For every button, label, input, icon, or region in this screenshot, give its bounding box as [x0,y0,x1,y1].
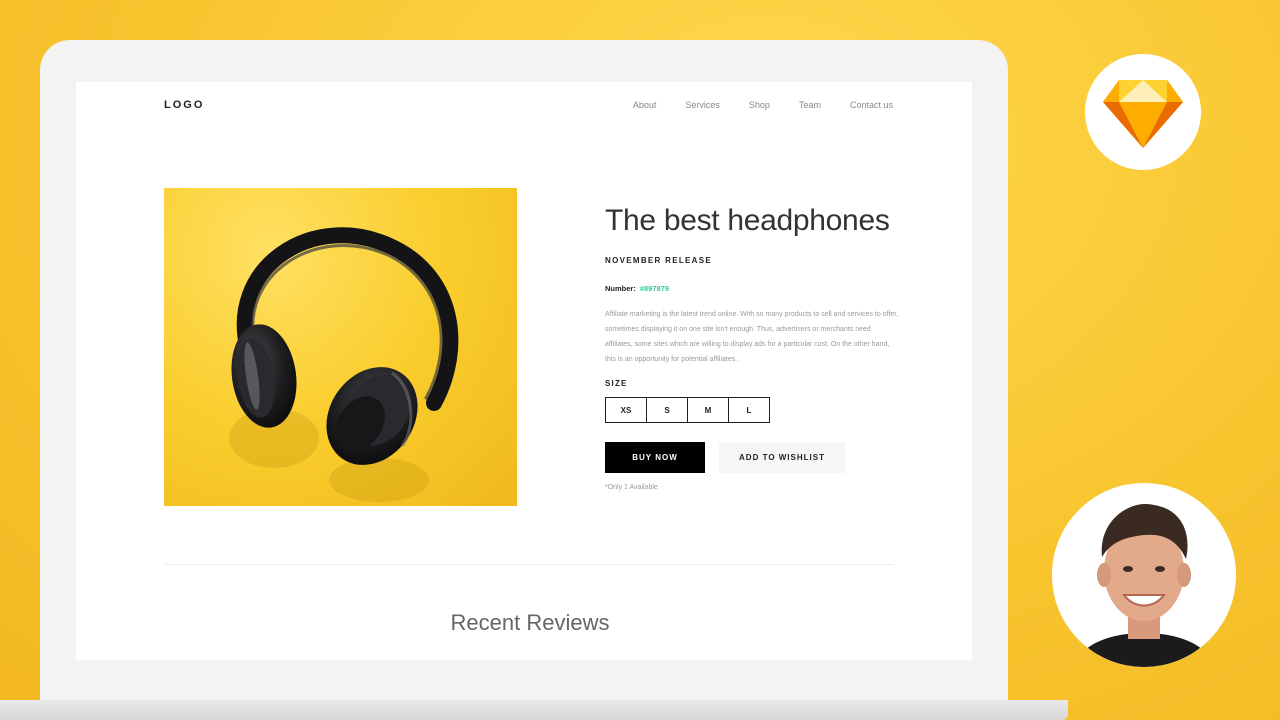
size-option-m[interactable]: M [687,397,729,423]
presenter-portrait [1052,483,1236,667]
headphones-illustration [229,227,459,502]
size-option-s[interactable]: S [646,397,688,423]
product-number: Number: #897879 [605,284,669,293]
site-logo[interactable]: LOGO [164,99,204,111]
sketch-logo-badge [1085,54,1201,170]
presenter-avatar [1052,483,1236,667]
headphones-image [164,188,517,506]
availability-note: *Only 1 Available [605,484,658,491]
add-to-wishlist-button[interactable]: ADD TO WISHLIST [719,442,845,473]
size-selector: XS S M L [605,397,770,423]
nav-link-shop[interactable]: Shop [749,100,770,110]
product-description: Affiliate marketing is the latest trend … [605,311,899,363]
sketch-logo-icon [1103,80,1183,148]
nav-link-about[interactable]: About [633,100,657,110]
reviews-heading: Recent Reviews [450,610,610,635]
size-option-xs[interactable]: XS [605,397,647,423]
top-nav: About Services Shop Team Contact us [604,100,893,110]
buy-now-button[interactable]: BUY NOW [605,442,705,473]
nav-link-services[interactable]: Services [685,100,720,110]
section-divider [164,564,894,565]
product-number-value: #897879 [639,284,670,293]
product-number-label: Number: [605,284,636,293]
laptop-screen: LOGO About Services Shop Team Contact us [76,82,972,660]
nav-link-team[interactable]: Team [799,100,821,110]
laptop-base [0,700,1068,720]
nav-link-contact[interactable]: Contact us [850,100,893,110]
size-label: SIZE [605,379,628,388]
product-title: The best headphones [605,204,890,237]
release-label: NOVEMBER RELEASE [605,256,713,265]
size-option-l[interactable]: L [728,397,770,423]
